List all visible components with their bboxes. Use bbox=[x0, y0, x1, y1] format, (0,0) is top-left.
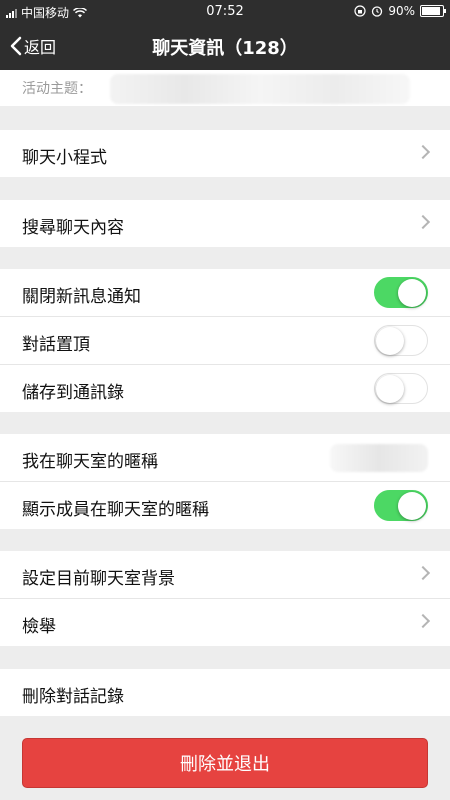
pin-row: 對話置頂 bbox=[0, 317, 450, 365]
topic-row[interactable]: 活动主题： bbox=[0, 70, 450, 106]
group-nickname: 我在聊天室的暱稱 顯示成員在聊天室的暱稱 bbox=[0, 434, 450, 529]
save-contacts-toggle[interactable] bbox=[374, 373, 428, 404]
alarm-icon bbox=[372, 6, 383, 17]
background-row[interactable]: 設定目前聊天室背景 bbox=[0, 551, 450, 599]
chevron-right-icon bbox=[415, 144, 431, 160]
nav-bar: 返回 聊天資訊（128） bbox=[0, 24, 450, 70]
pin-label: 對話置頂 bbox=[22, 335, 90, 355]
show-nicknames-toggle[interactable] bbox=[374, 490, 428, 521]
group-mini-program: 聊天小程式 bbox=[0, 130, 450, 177]
delete-and-exit-button[interactable]: 刪除並退出 bbox=[22, 738, 428, 788]
topic-label: 活动主题： bbox=[22, 81, 92, 97]
background-label: 設定目前聊天室背景 bbox=[22, 569, 175, 589]
clear-history-row[interactable]: 刪除對話記錄 bbox=[0, 669, 450, 716]
mute-label: 關閉新訊息通知 bbox=[22, 287, 141, 307]
mini-program-label: 聊天小程式 bbox=[22, 148, 107, 168]
redacted-nickname bbox=[330, 444, 428, 472]
show-nicknames-label: 顯示成員在聊天室的暱稱 bbox=[22, 500, 209, 520]
group-toggles: 關閉新訊息通知 對話置頂 儲存到通訊錄 bbox=[0, 269, 450, 412]
mini-program-row[interactable]: 聊天小程式 bbox=[0, 130, 450, 177]
group-settings: 設定目前聊天室背景 檢舉 bbox=[0, 551, 450, 646]
delete-and-exit-label: 刪除並退出 bbox=[180, 754, 270, 775]
group-clear: 刪除對話記錄 bbox=[0, 669, 450, 716]
rotation-lock-icon bbox=[354, 5, 366, 17]
my-nickname-label: 我在聊天室的暱稱 bbox=[22, 452, 158, 472]
report-row[interactable]: 檢舉 bbox=[0, 599, 450, 646]
group-search: 搜尋聊天內容 bbox=[0, 200, 450, 247]
mute-row: 關閉新訊息通知 bbox=[0, 269, 450, 317]
redacted-topic bbox=[110, 74, 410, 104]
pin-toggle[interactable] bbox=[374, 325, 428, 356]
clear-history-label: 刪除對話記錄 bbox=[22, 687, 124, 707]
mute-toggle[interactable] bbox=[374, 277, 428, 308]
search-row[interactable]: 搜尋聊天內容 bbox=[0, 200, 450, 247]
report-label: 檢舉 bbox=[22, 617, 56, 637]
battery-percent: 90% bbox=[388, 4, 415, 18]
my-nickname-row[interactable]: 我在聊天室的暱稱 bbox=[0, 434, 450, 482]
chevron-right-icon bbox=[415, 565, 431, 581]
chevron-right-icon bbox=[415, 214, 431, 230]
page-title: 聊天資訊（128） bbox=[152, 38, 298, 59]
show-nicknames-row: 顯示成員在聊天室的暱稱 bbox=[0, 482, 450, 529]
status-bar: 中国移动 07:52 90% bbox=[0, 0, 450, 24]
battery-icon bbox=[420, 5, 446, 17]
chevron-right-icon bbox=[415, 613, 431, 629]
save-contacts-label: 儲存到通訊錄 bbox=[22, 383, 124, 403]
save-contacts-row: 儲存到通訊錄 bbox=[0, 365, 450, 412]
search-label: 搜尋聊天內容 bbox=[22, 218, 124, 238]
